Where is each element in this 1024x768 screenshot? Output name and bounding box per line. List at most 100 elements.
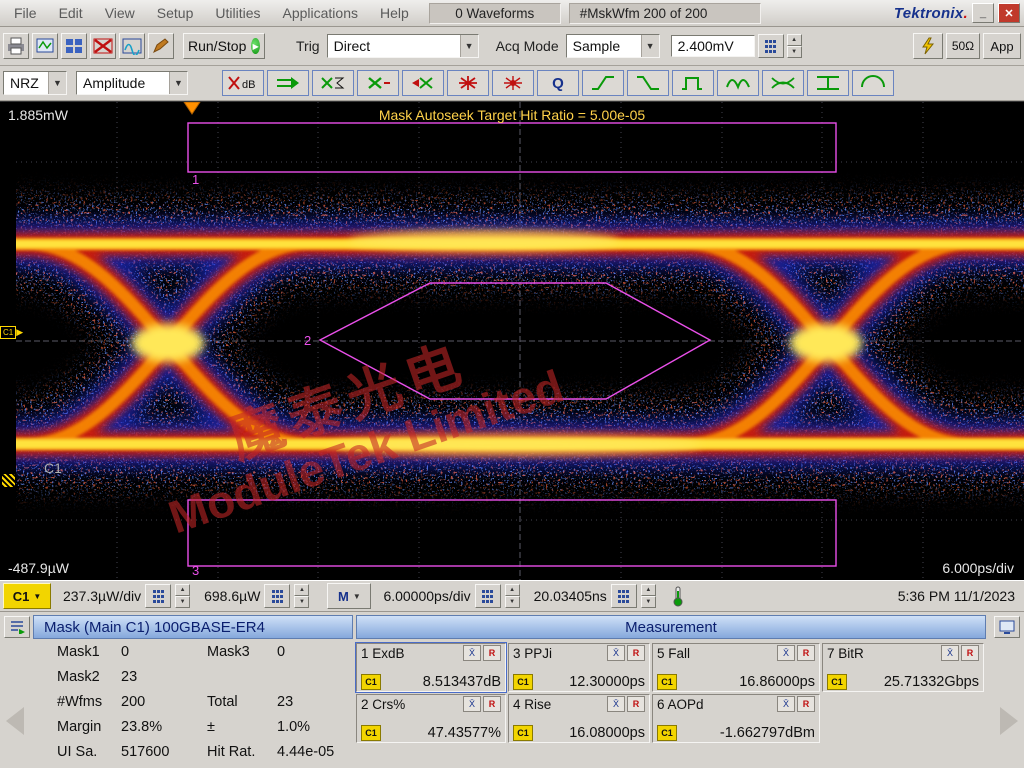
mask-autofit-icon[interactable] [357,70,399,96]
hardcopy-icon[interactable] [32,33,58,59]
measurement-value: 16.08000ps [533,725,645,741]
waveform-capture-icon[interactable] [119,33,145,59]
menu-edit[interactable]: Edit [49,3,93,23]
reset-icon[interactable]: R [627,696,645,712]
vertical-offset-value[interactable]: 698.6µW [204,588,260,604]
reset-icon[interactable]: R [483,645,501,661]
trigger-lightning-icon[interactable] [913,33,943,59]
panel-scroll-right-icon[interactable] [1000,707,1018,735]
stats-icon[interactable]: X̄ [463,645,481,661]
measurement-cell[interactable]: 1 ExdB X̄R C1 8.513437dB [356,643,506,692]
signal-type-dropdown[interactable]: NRZ ▼ [3,71,67,95]
menu-applications[interactable]: Applications [273,3,369,23]
keypad-icon[interactable] [611,584,637,608]
eye-height-icon[interactable] [807,70,849,96]
stats-icon[interactable]: X̄ [777,696,795,712]
annotate-icon[interactable] [148,33,174,59]
vertical-scale-stepper[interactable]: ▲▼ [175,584,190,608]
mask-row: Mask10 Mask30 [33,639,353,664]
panel-scroll-left-icon[interactable] [6,707,24,735]
menu-help[interactable]: Help [370,3,419,23]
wfms-label: #Wfms [57,694,121,710]
stats-icon[interactable]: X̄ [463,696,481,712]
horizontal-delay-value[interactable]: 20.03405ns [534,588,607,604]
pulse-width-icon[interactable] [672,70,714,96]
measurement-value: 8.513437dB [381,674,501,690]
mask1-label: Mask1 [57,644,121,660]
measurement-panel: Measurement 1 ExdB X̄R C1 8.513437dB 3 P… [356,615,986,743]
mask-margin-icon[interactable] [402,70,444,96]
mask3-value: 0 [277,644,353,660]
display-config-icon[interactable] [994,616,1020,638]
keypad-icon[interactable] [145,584,171,608]
trigger-source-dropdown[interactable]: Direct ▼ [327,34,479,58]
channel-reference-marker[interactable]: C1▶ [0,326,23,339]
run-stop-button[interactable]: Run/Stop ▶ [183,33,265,59]
q-factor-icon[interactable]: Q [537,70,579,96]
measurement-cell[interactable]: 6 AOPd X̄R C1 -1.662797dBm [652,694,820,743]
acq-mode-dropdown[interactable]: Sample ▼ [566,34,660,58]
horizontal-scale-value[interactable]: 6.00000ps/div [383,588,470,604]
fall-time-icon[interactable] [627,70,669,96]
measurement-cell[interactable]: 5 Fall X̄R C1 16.86000ps [652,643,820,692]
tile-windows-icon[interactable] [61,33,87,59]
stats-icon[interactable]: X̄ [607,645,625,661]
print-icon[interactable] [3,33,29,59]
measurement-cell[interactable]: 2 Crs% X̄R C1 47.43577% [356,694,506,743]
period-icon[interactable] [717,70,759,96]
mask-icon[interactable] [90,33,116,59]
keypad-icon[interactable] [758,34,784,58]
export-results-icon[interactable] [4,616,30,638]
mask-autoseek-text: Mask Autoseek Target Hit Ratio = 5.00e-0… [379,107,645,123]
mask-hits-icon[interactable] [492,70,534,96]
mask-count-icon[interactable] [312,70,354,96]
reset-icon[interactable]: R [961,645,979,661]
measurement-cell[interactable]: 4 Rise X̄R C1 16.08000ps [508,694,650,743]
minimize-button[interactable]: _ [972,3,994,23]
vertical-scale-value[interactable]: 237.3µW/div [63,588,141,604]
mask-margin-marker [2,474,15,487]
timebase-dropdown[interactable]: M▼ [327,583,371,609]
vertical-offset-stepper[interactable]: ▲▼ [294,584,309,608]
mask-row: Margin23.8% ±1.0% [33,714,353,739]
measurement-cell[interactable]: 3 PPJi X̄R C1 12.30000ps [508,643,650,692]
menu-utilities[interactable]: Utilities [205,3,270,23]
mask-panel-title[interactable]: Mask (Main C1) 100GBASE-ER4 [33,615,353,639]
app-button[interactable]: App [983,33,1021,59]
mask-row: #Wfms200 Total23 [33,689,353,714]
eye-diagram-display[interactable]: 1 2 3 1.885mW Mask Autoseek Target Hit R… [0,101,1024,580]
keypad-icon[interactable] [475,584,501,608]
mask-align-icon[interactable] [267,70,309,96]
keypad-icon[interactable] [264,584,290,608]
rise-time-icon[interactable] [582,70,624,96]
termination-50ohm-button[interactable]: 50Ω [946,33,980,59]
reset-icon[interactable]: R [483,696,501,712]
waveform-hits-icon[interactable] [447,70,489,96]
reset-icon[interactable]: R [627,645,645,661]
horizontal-scale-stepper[interactable]: ▲▼ [505,584,520,608]
source-badge: C1 [361,674,381,690]
stats-icon[interactable]: X̄ [607,696,625,712]
mask-db-icon[interactable]: dB [222,70,264,96]
stats-icon[interactable]: X̄ [941,645,959,661]
close-button[interactable]: ✕ [998,3,1020,23]
reset-icon[interactable]: R [797,645,815,661]
menu-file[interactable]: File [4,3,47,23]
eye-width-icon[interactable] [762,70,804,96]
menu-view[interactable]: View [95,3,145,23]
trigger-level-field[interactable]: 2.400mV [671,35,755,57]
measurement-value: -1.662797dBm [677,725,815,741]
channel-select-dropdown[interactable]: C1▼ [3,583,51,609]
trigger-level-stepper[interactable]: ▲▼ [787,34,802,58]
stats-icon[interactable]: X̄ [777,645,795,661]
mask3-label: Mask3 [207,644,277,660]
menu-setup[interactable]: Setup [147,3,204,23]
measurement-panel-title[interactable]: Measurement [356,615,986,639]
horizontal-delay-stepper[interactable]: ▲▼ [641,584,656,608]
wfms-value: 200 [121,694,207,710]
duty-cycle-icon[interactable] [852,70,894,96]
mask2-value: 23 [121,669,207,685]
reset-icon[interactable]: R [797,696,815,712]
measurement-cell[interactable]: 7 BitR X̄R C1 25.71332Gbps [822,643,984,692]
meas-category-dropdown[interactable]: Amplitude ▼ [76,71,188,95]
